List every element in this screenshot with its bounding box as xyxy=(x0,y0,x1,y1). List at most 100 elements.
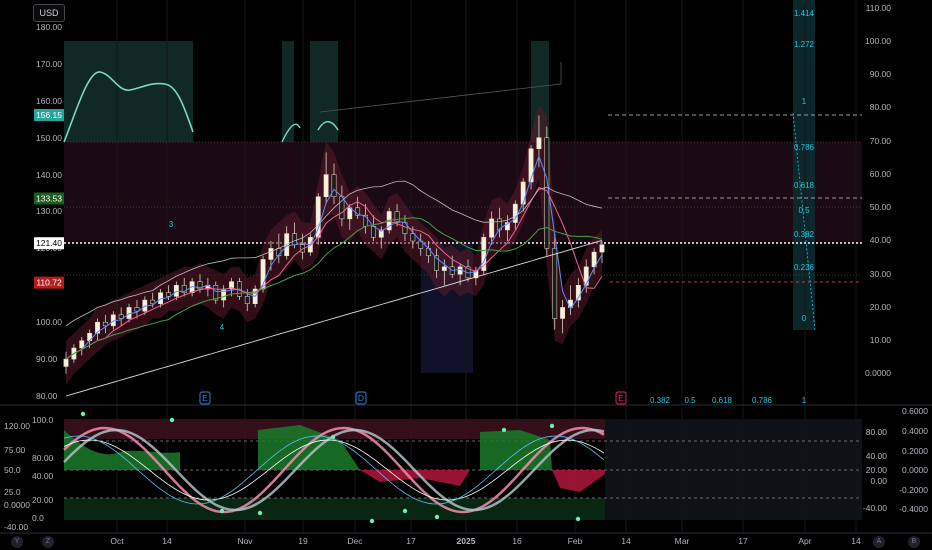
osc-right-tick-b: -0.2000 xyxy=(899,485,928,495)
fib-level-label: 0.236 xyxy=(794,263,815,272)
right-axis-tick: 30.00 xyxy=(870,269,892,279)
chart-canvas[interactable]: 3 4 E D E 1.414 1.272 1 0.786 0.618 0.5 0.382 0.236 0… xyxy=(0,0,932,550)
right-axis-tick: 110.00 xyxy=(866,3,892,13)
fib-bottom-label: 0.5 xyxy=(684,396,696,405)
osc-signal-dot xyxy=(330,434,336,440)
fib-level-label: 0 xyxy=(802,314,807,323)
chart-marker: 3 xyxy=(169,220,174,229)
oversold-zone xyxy=(64,498,605,520)
fib-level-label: 0.382 xyxy=(794,230,815,239)
price-axis-tick: 80.00 xyxy=(36,391,58,401)
price-tag-label: 121.40 xyxy=(36,238,62,248)
fib-bottom-label: 0.618 xyxy=(712,396,733,405)
osc-signal-dot xyxy=(80,411,86,417)
osc-signal-dot xyxy=(501,427,507,433)
osc-left-tick: -40.00 xyxy=(4,522,28,532)
osc-right-tick: 40.00 xyxy=(866,451,888,461)
osc-left-tick: 40.00 xyxy=(32,471,54,481)
candle xyxy=(370,226,376,238)
fib-level-label: 0.618 xyxy=(794,181,815,190)
candle xyxy=(536,137,542,150)
osc-left-tick: 0.0 xyxy=(32,513,44,523)
price-tag-label: 133.53 xyxy=(36,193,62,203)
osc-right-tick-b: 0.4000 xyxy=(902,426,928,436)
osc-signal-dot xyxy=(257,510,263,516)
osc-right-tick: 20.00 xyxy=(866,465,888,475)
event-marker-label: E xyxy=(618,393,624,403)
time-axis-label: 14 xyxy=(621,536,631,546)
event-marker-label: D xyxy=(358,393,364,403)
time-axis-label: Mar xyxy=(675,536,690,546)
time-axis-label: 17 xyxy=(406,536,416,546)
osc-right-tick: 0.00 xyxy=(870,476,887,486)
candle xyxy=(520,181,526,205)
candle xyxy=(268,248,274,260)
event-marker: D xyxy=(355,391,367,405)
price-axis-tick: 150.00 xyxy=(36,133,62,143)
time-axis-label: 14 xyxy=(162,536,172,546)
time-axis-label: Feb xyxy=(568,536,583,546)
currency-button[interactable]: USD xyxy=(33,4,65,22)
osc-right-tick-b: 0.6000 xyxy=(902,406,928,416)
osc-right-tick-b: -0.4000 xyxy=(899,504,928,514)
fib-level-label: 0.5 xyxy=(798,206,810,215)
price-tag: 156.15 xyxy=(34,109,64,122)
price-tag-label: 110.72 xyxy=(36,278,62,288)
event-marker-label: E xyxy=(202,393,208,403)
price-axis-tick: 130.00 xyxy=(36,206,62,216)
fib-level-label: 1.272 xyxy=(794,40,815,49)
osc-left-tick: 80.00 xyxy=(32,453,54,463)
candle xyxy=(599,244,605,253)
osc-right-tick: 80.00 xyxy=(866,427,888,437)
osc-signal-dot xyxy=(434,514,440,520)
price-axis-tick: 170.00 xyxy=(36,59,62,69)
chart-marker: 4 xyxy=(220,323,225,332)
corner-button-y[interactable]: Y xyxy=(11,536,23,548)
fib-column xyxy=(793,0,815,330)
time-axis-label: 16 xyxy=(512,536,522,546)
osc-left-tick: 0.0000 xyxy=(4,500,30,510)
right-axis-tick: 80.00 xyxy=(870,102,892,112)
time-axis-label: 19 xyxy=(298,536,308,546)
candle xyxy=(173,285,179,297)
price-tag: 121.40 xyxy=(34,237,64,250)
pink-zone xyxy=(64,142,862,243)
right-axis-tick: 70.00 xyxy=(870,136,892,146)
osc-right-tick-b: 0.0000 xyxy=(902,465,928,475)
highlight-zone xyxy=(282,41,294,142)
osc-left-tick: 120.00 xyxy=(4,421,30,431)
time-axis-label: 14 xyxy=(851,536,861,546)
corner-button-b[interactable]: B xyxy=(908,536,920,548)
osc-signal-dot xyxy=(219,508,225,514)
price-axis-tick: 140.00 xyxy=(36,170,62,180)
candle xyxy=(441,266,447,271)
osc-signal-dot xyxy=(575,516,581,522)
event-marker: E xyxy=(199,391,211,405)
candle xyxy=(292,233,298,245)
price-axis-tick: 180.00 xyxy=(36,22,62,32)
price-axis-tick: 160.00 xyxy=(36,96,62,106)
osc-left-tick: 20.00 xyxy=(32,495,54,505)
time-axis-label: Apr xyxy=(798,536,811,546)
right-axis-tick: 20.00 xyxy=(870,302,892,312)
candle xyxy=(244,296,250,304)
osc-signal-dot xyxy=(402,508,408,514)
right-axis-tick: 40.00 xyxy=(870,235,892,245)
right-axis-tick: 60.00 xyxy=(870,169,892,179)
osc-left-tick: 75.00 xyxy=(4,445,26,455)
corner-button-z[interactable]: Z xyxy=(42,536,54,548)
event-marker: E xyxy=(615,391,627,405)
fib-level-label: 1.414 xyxy=(794,9,815,18)
fib-bottom-label: 0.382 xyxy=(650,396,671,405)
fib-bottom-label: 1 xyxy=(802,396,807,405)
osc-signal-dot xyxy=(369,518,375,524)
candle xyxy=(552,248,558,319)
osc-left-tick: 50.0 xyxy=(4,465,21,475)
fib-bottom-label: 0.786 xyxy=(752,396,773,405)
candle xyxy=(560,307,566,319)
corner-button-a[interactable]: A xyxy=(873,536,885,548)
time-axis-label: 2025 xyxy=(457,536,476,546)
time-axis-label: Nov xyxy=(237,536,253,546)
osc-signal-dot xyxy=(169,417,175,423)
price-axis-tick: 100.00 xyxy=(36,317,62,327)
